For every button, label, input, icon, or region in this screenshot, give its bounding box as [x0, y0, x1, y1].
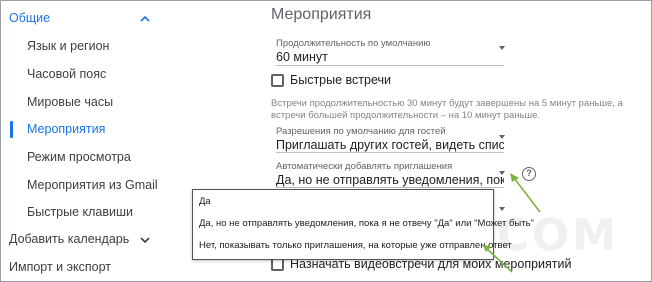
sidebar-item-label: Язык и регион	[27, 39, 110, 53]
sidebar-item-language-region[interactable]: Язык и регион	[0, 34, 190, 60]
guest-permissions-select[interactable]: Разрешения по умолчанию для гостей Пригл…	[276, 126, 505, 153]
sidebar-item-label: Часовой пояс	[27, 67, 107, 81]
default-duration-label: Продолжительность по умолчанию	[276, 38, 431, 49]
sidebar-group-add-calendar-label: Добавить календарь	[9, 232, 130, 246]
sidebar-item-view-options[interactable]: Режим просмотра	[0, 145, 190, 171]
sidebar-item-time-zone[interactable]: Часовой пояс	[0, 62, 190, 88]
sidebar-group-general[interactable]: Общие	[0, 6, 190, 32]
dropdown-option-no[interactable]: Нет, показывать только приглашения, на к…	[199, 240, 512, 251]
field-underline	[276, 187, 504, 188]
sidebar-item-label: Мероприятия из Gmail	[27, 178, 158, 192]
chevron-down-icon	[140, 237, 150, 244]
chevron-up-icon	[140, 15, 150, 22]
dropdown-arrow-icon	[499, 171, 505, 175]
speedy-meetings-checkbox[interactable]	[271, 74, 284, 87]
field-underline	[276, 152, 504, 153]
sidebar-item-events-from-gmail[interactable]: Мероприятия из Gmail	[0, 173, 190, 199]
dropdown-arrow-icon	[499, 207, 505, 211]
auto-add-invitations-value: Да, но не отправлять уведомления, пока я…	[276, 173, 504, 187]
section-title: Мероприятия	[271, 6, 372, 23]
sidebar-group-import-export-label: Импорт и экспорт	[9, 260, 111, 274]
sidebar-item-label: Мировые часы	[27, 95, 114, 109]
sidebar-item-world-clock[interactable]: Мировые часы	[0, 90, 190, 116]
auto-add-invitations-label: Автоматически добавлять приглашения	[276, 161, 453, 172]
dropdown-arrow-icon	[499, 46, 505, 50]
speedy-meetings-hint: Встречи продолжительностью 30 минут буду…	[271, 98, 623, 121]
active-indicator	[10, 121, 13, 138]
speedy-meetings-label: Быстрые встречи	[290, 73, 391, 87]
default-duration-value: 60 минут	[276, 50, 328, 64]
sidebar-item-events[interactable]: Мероприятия	[0, 117, 190, 143]
sidebar-item-keyboard-shortcuts[interactable]: Быстрые клавиши	[0, 200, 190, 226]
sidebar-item-label: Режим просмотра	[27, 150, 131, 164]
guest-permissions-label: Разрешения по умолчанию для гостей	[276, 126, 446, 137]
dropdown-option-yes[interactable]: Да	[199, 196, 211, 207]
sidebar-item-label: Быстрые клавиши	[27, 205, 134, 219]
auto-add-invitations-select[interactable]: Автоматически добавлять приглашения Да, …	[276, 161, 505, 188]
default-duration-select[interactable]: Продолжительность по умолчанию 60 минут	[276, 38, 505, 66]
sidebar-group-import-export[interactable]: Импорт и экспорт	[0, 255, 190, 281]
dropdown-arrow-icon	[499, 135, 505, 139]
dropdown-option-yes-no-notify[interactable]: Да, но не отправлять уведомления, пока я…	[199, 218, 534, 229]
sidebar-group-add-calendar[interactable]: Добавить календарь	[0, 227, 190, 253]
auto-add-invitations-dropdown: Да Да, но не отправлять уведомления, пок…	[192, 189, 534, 260]
help-icon[interactable]: ?	[522, 167, 536, 181]
sidebar-item-label: Мероприятия	[27, 122, 106, 136]
sidebar-group-general-label: Общие	[9, 11, 51, 25]
guest-permissions-value: Приглашать других гостей, видеть список …	[276, 138, 504, 152]
settings-sidebar: Общие Язык и регион Часовой пояс Мировые…	[0, 0, 190, 282]
field-underline	[276, 65, 504, 66]
